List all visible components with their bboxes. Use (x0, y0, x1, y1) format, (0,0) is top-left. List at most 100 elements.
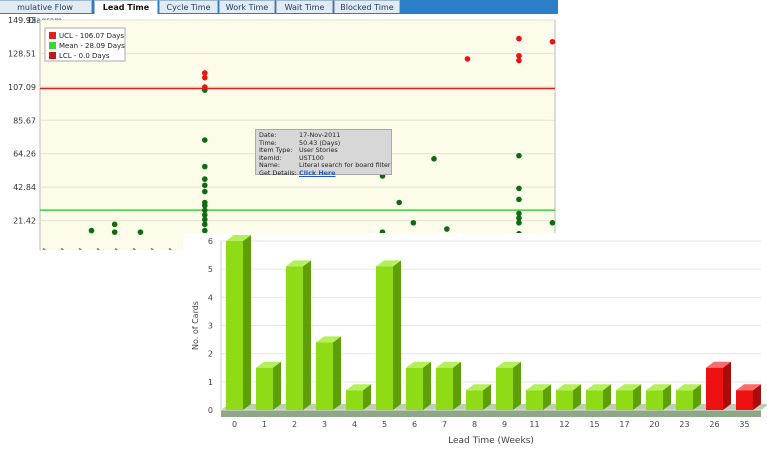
lead-time-histogram-chart: 01234560 1 2 3 4 5 6 7 8 9 11 12 15 17 20 23 26 35Lead Ti… (191, 235, 767, 446)
bar-side (243, 235, 251, 410)
scatter-point-in-control (202, 137, 208, 143)
tooltip-details-label: Get Details: (259, 168, 297, 177)
histogram-bar (496, 367, 513, 410)
x-tick-label: 9 (502, 420, 507, 429)
scatter-point-in-control (516, 219, 522, 226)
histogram-bar (436, 367, 453, 410)
x-tick-label: 0 (232, 420, 237, 429)
tab-work-time[interactable]: Work Time (219, 0, 275, 13)
histogram-bar (376, 266, 393, 410)
legend-swatch (49, 32, 56, 39)
scatter-point-in-control (202, 176, 208, 182)
scatter-point-in-control (88, 227, 95, 234)
y-tick-label: 3 (208, 322, 213, 331)
y-tick-label: 64.26 (13, 150, 36, 159)
tab-cycle-time[interactable]: Cycle Time (159, 0, 218, 13)
scatter-point-in-control (111, 221, 118, 228)
histogram-bar (406, 367, 423, 410)
bar-side (273, 361, 281, 410)
histogram-bar (256, 367, 273, 410)
bar-side (513, 361, 521, 410)
x-tick-label: 23 (679, 420, 689, 429)
bar-side (453, 361, 461, 410)
x-tick-label: 4 (352, 420, 357, 429)
histogram-bar (736, 390, 753, 410)
point-tooltip: Date: 17-Nov-2011 Time: 50.43 (Days) Item … (255, 129, 392, 177)
tab-lead-time[interactable]: Lead Time (94, 0, 158, 14)
histogram-bar (526, 390, 543, 410)
scatter-point-outlier (464, 56, 471, 62)
y-tick-label: 42.84 (13, 183, 36, 192)
y-tick-label: 21.42 (13, 217, 36, 226)
scatter-point-outlier (549, 38, 556, 45)
bar-side (393, 260, 401, 410)
floor-front (221, 410, 761, 417)
y-tick-label: 2 (208, 350, 213, 359)
scatter-point-in-control (111, 229, 118, 235)
x-tick-label: 1 (262, 420, 267, 429)
x-tick-label: 5 (382, 420, 387, 429)
y-tick-label: 5 (208, 265, 213, 274)
histogram-bar (646, 390, 663, 410)
y-axis-title: No. of Cards (191, 301, 200, 350)
y-tick-label: 6 (208, 237, 213, 246)
scatter-point-outlier (516, 57, 522, 64)
scatter-point-in-control (202, 188, 208, 195)
scatter-point-outlier (202, 84, 208, 90)
bar-side (723, 361, 731, 410)
legend-swatch (49, 42, 56, 49)
scatter-point-in-control (410, 219, 417, 226)
bar-side (423, 361, 431, 410)
histogram-bar (316, 342, 333, 410)
legend-label: UCL - 106.07 Days (59, 32, 124, 40)
y-tick-label: 4 (208, 293, 213, 302)
histogram-bar (226, 241, 243, 410)
tab-cumulative-flow[interactable]: mulative Flow Diagram (0, 0, 92, 25)
scatter-point-in-control (202, 163, 208, 170)
scatter-point-in-control (396, 199, 403, 206)
histogram-bar (586, 390, 603, 410)
bar-side (303, 260, 311, 410)
y-tick-label: 128.51 (8, 49, 36, 58)
tab-blocked-time[interactable]: Blocked Time (334, 0, 400, 13)
scatter-point-in-control (549, 219, 556, 226)
scatter-point-in-control (516, 185, 522, 192)
legend-label: Mean - 28.09 Days (59, 42, 125, 50)
bar-side (333, 336, 341, 410)
histogram-bar (616, 390, 633, 410)
scatter-point-in-control (431, 155, 437, 162)
y-tick-label: 149.93 (8, 16, 36, 25)
scatter-point-in-control (516, 152, 522, 159)
scatter-point-in-control (202, 221, 208, 228)
x-tick-label: 8 (472, 420, 477, 429)
scatter-point-in-control (516, 196, 522, 203)
x-tick-label: 2 (292, 420, 297, 429)
y-tick-label: 107.09 (8, 83, 36, 92)
histogram-bar (346, 390, 363, 410)
x-tick-label: 3 (322, 420, 327, 429)
tooltip-details-link[interactable]: Click Here (299, 169, 336, 177)
y-tick-label: 1 (208, 378, 213, 387)
x-tick-label: 17 (619, 420, 629, 429)
scatter-point-in-control (137, 229, 144, 235)
lead-time-histogram-panel: 0 1 2 3 4 5 6 0 1 2 3 4 5 6 7 8 9 11 12 15 17 20 23 26 35 Lead Ti… (183, 233, 767, 448)
y-tick-label: 85.67 (13, 116, 36, 125)
scatter-point-in-control (202, 182, 208, 189)
tab-wait-time[interactable]: Wait Time (276, 0, 333, 13)
x-tick-label: 7 (442, 420, 447, 429)
x-tick-label: 6 (412, 420, 417, 429)
histogram-bar (556, 390, 573, 410)
x-tick-label: 26 (709, 420, 719, 429)
histogram-bar (466, 390, 483, 410)
x-tick-label: 12 (559, 420, 569, 429)
histogram-bar (676, 390, 693, 410)
scatter-point-in-control (444, 226, 450, 232)
x-axis-title: Lead Time (Weeks) (448, 436, 534, 446)
histogram-bar (286, 266, 303, 410)
legend-label: LCL - 0.0 Days (59, 52, 110, 60)
scatter-point-outlier (516, 35, 522, 42)
scatter-point-outlier (202, 74, 208, 81)
x-tick-label: 11 (529, 420, 539, 429)
tab-bar: mulative Flow Diagram Lead Time Cycle Ti… (0, 0, 558, 25)
x-tick-label: 15 (589, 420, 599, 429)
